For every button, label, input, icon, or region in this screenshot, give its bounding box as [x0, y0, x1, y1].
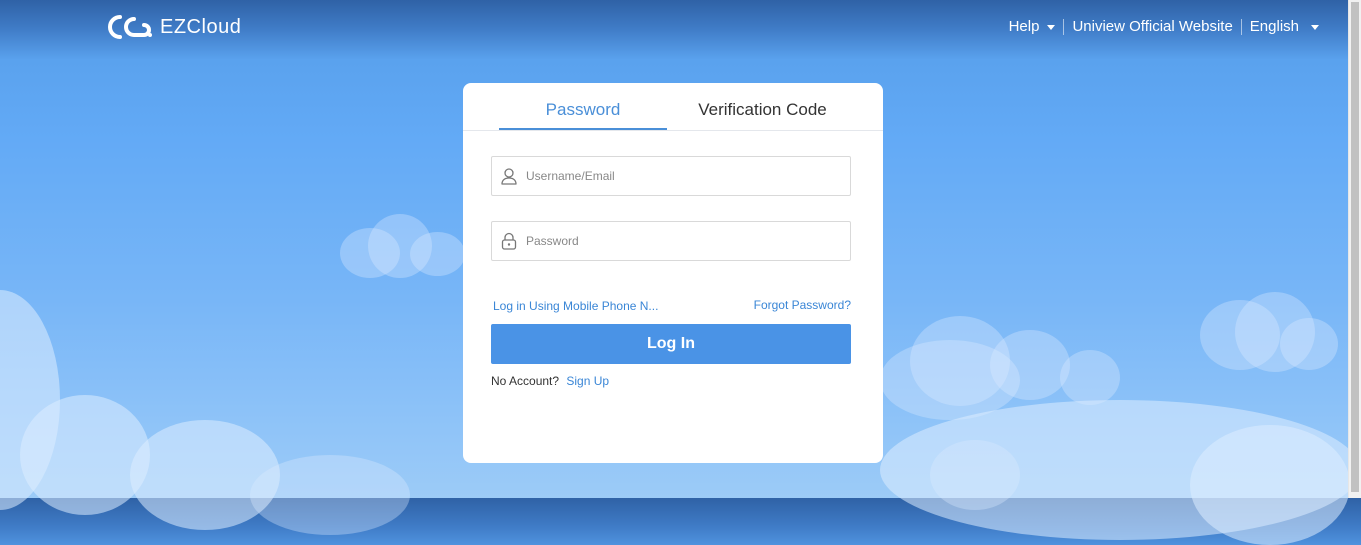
forgot-password-link[interactable]: Forgot Password? [754, 298, 851, 312]
language-select[interactable]: English [1242, 18, 1327, 35]
username-field [491, 156, 851, 196]
username-input[interactable] [524, 168, 828, 184]
active-tab-indicator [499, 128, 667, 130]
user-icon [501, 168, 517, 185]
official-website-label: Uniview Official Website [1072, 18, 1233, 35]
lock-icon [501, 232, 517, 250]
signup-link[interactable]: Sign Up [566, 374, 609, 388]
help-label: Help [1008, 18, 1040, 35]
mobile-login-link[interactable]: Log in Using Mobile Phone N... [493, 299, 658, 313]
help-menu[interactable]: Help [1001, 18, 1064, 35]
no-account-text: No Account? [491, 374, 560, 388]
scrollbar-thumb[interactable] [1351, 2, 1359, 492]
logo-text: EZCloud [160, 15, 242, 38]
top-nav: Help Uniview Official Website English [1001, 18, 1327, 35]
login-tabs: Password Verification Code [463, 83, 883, 131]
language-label: English [1249, 18, 1299, 35]
official-website-link[interactable]: Uniview Official Website [1064, 18, 1240, 35]
login-card: Password Verification Code Log in Using … [463, 83, 883, 463]
password-field [491, 221, 851, 261]
brand-logo[interactable]: EZCloud [106, 13, 241, 41]
chevron-down-icon [1047, 25, 1056, 30]
password-input[interactable] [524, 233, 828, 249]
page-scrollbar[interactable] [1348, 0, 1361, 498]
login-button[interactable]: Log In [491, 324, 851, 364]
top-bar: EZCloud Help Uniview Official Website En… [0, 0, 1349, 52]
tab-password[interactable]: Password [499, 100, 667, 120]
signup-row: No Account? Sign Up [491, 374, 609, 388]
chevron-down-icon [1311, 25, 1319, 30]
ezcloud-logo-icon [108, 15, 152, 39]
tab-verification-code[interactable]: Verification Code [685, 100, 840, 120]
